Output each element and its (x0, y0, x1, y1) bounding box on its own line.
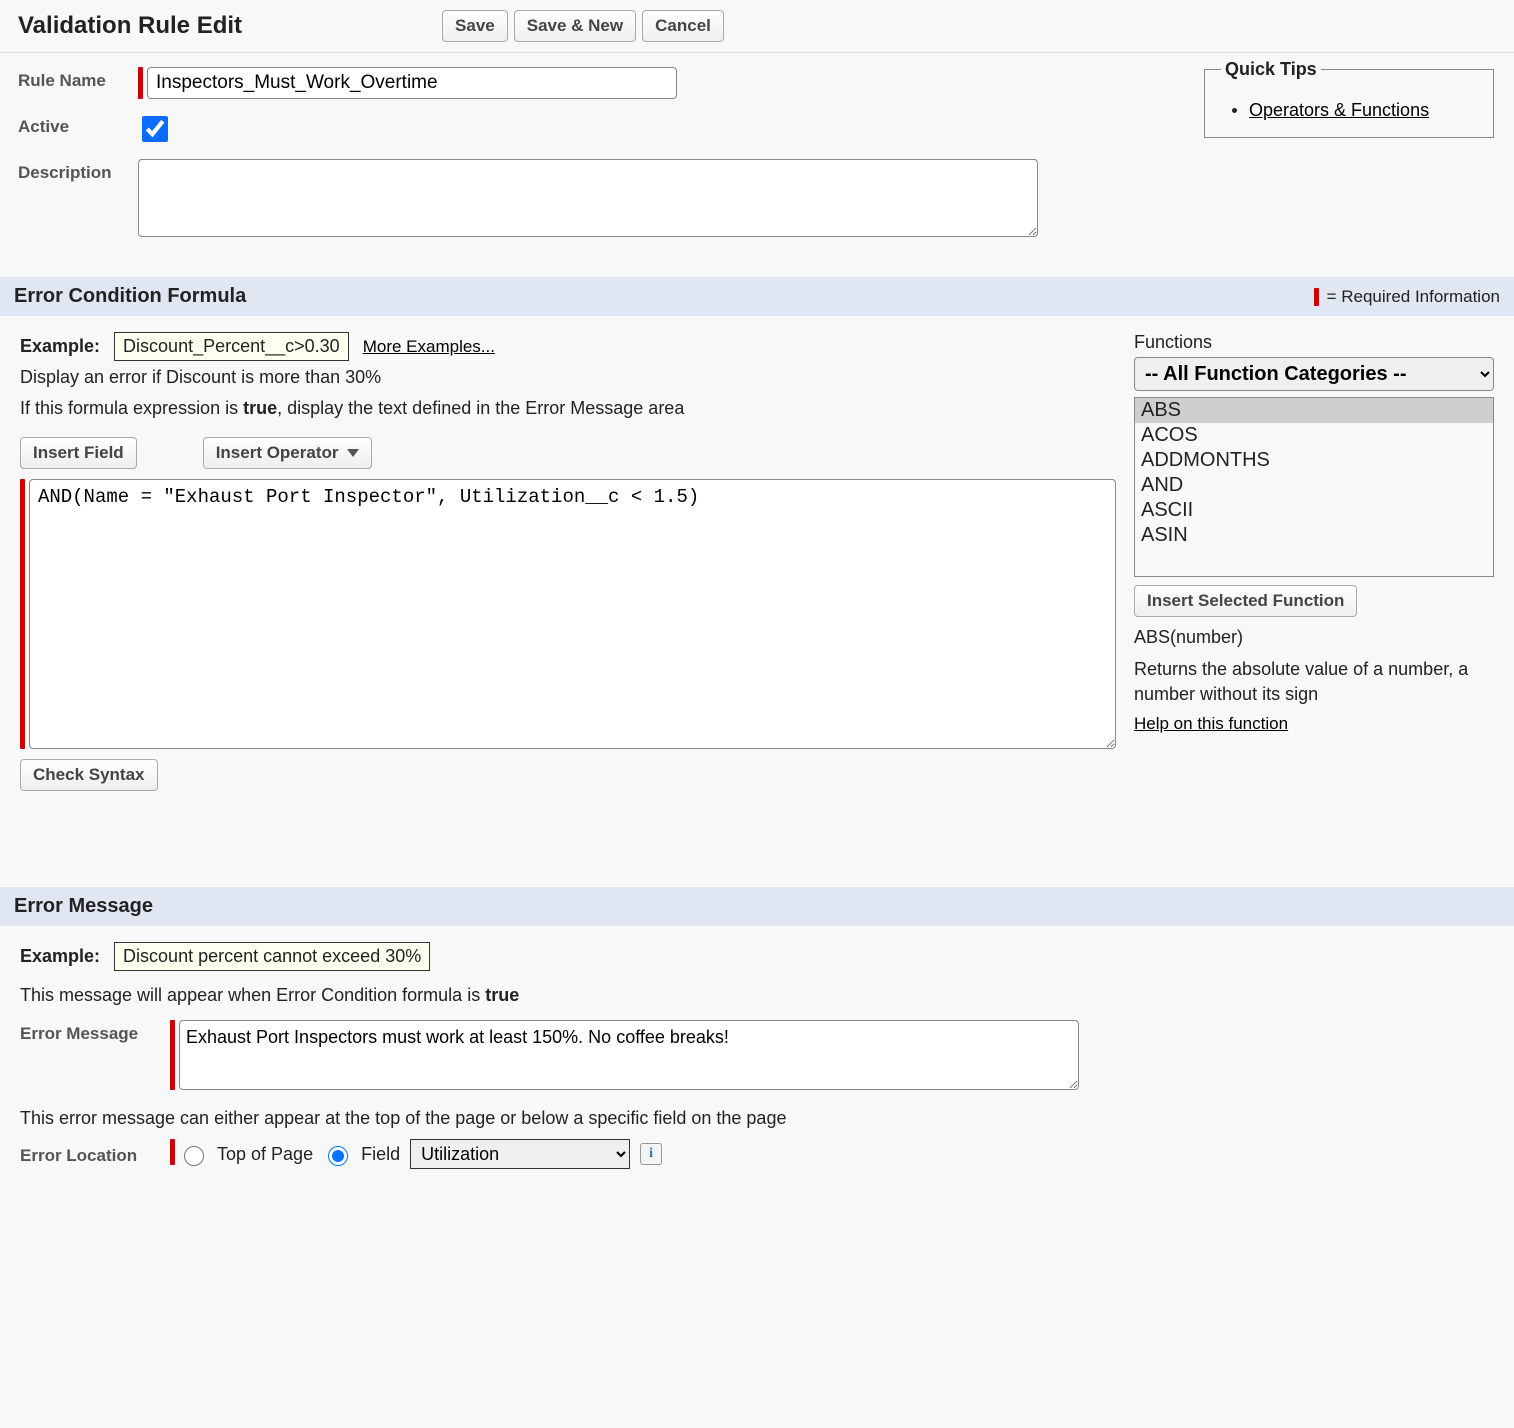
location-field-select[interactable]: Utilization (410, 1139, 630, 1169)
required-info-legend: = Required Information (1314, 287, 1500, 307)
function-category-select[interactable]: -- All Function Categories -- (1134, 357, 1494, 391)
basic-info-section: Quick Tips Operators & Functions Rule Na… (0, 53, 1514, 237)
formula-section-title: Error Condition Formula (14, 285, 246, 308)
save-button[interactable]: Save (442, 10, 508, 42)
rule-name-label: Rule Name (18, 67, 138, 91)
location-field-radio[interactable] (328, 1146, 348, 1166)
function-item[interactable]: ASIN (1135, 523, 1493, 548)
rule-name-input[interactable] (147, 67, 677, 99)
function-item[interactable]: ACOS (1135, 423, 1493, 448)
functions-panel: Functions -- All Function Categories -- … (1134, 332, 1494, 734)
formula-section-header: Error Condition Formula = Required Infor… (0, 277, 1514, 316)
operators-functions-link[interactable]: Operators & Functions (1249, 100, 1429, 120)
function-item[interactable]: AND (1135, 473, 1493, 498)
required-indicator (170, 1139, 175, 1165)
quick-tips-panel: Quick Tips Operators & Functions (1204, 59, 1494, 138)
formula-textarea[interactable] (29, 479, 1116, 749)
page-header: Validation Rule Edit Save Save & New Can… (0, 0, 1514, 53)
required-indicator (20, 479, 25, 749)
error-example-text: Discount percent cannot exceed 30% (114, 942, 430, 971)
info-icon[interactable]: i (640, 1143, 662, 1165)
active-checkbox[interactable] (142, 116, 168, 142)
function-description: Returns the absolute value of a number, … (1134, 657, 1494, 706)
description-label: Description (18, 159, 138, 183)
cancel-button[interactable]: Cancel (642, 10, 724, 42)
function-signature: ABS(number) (1134, 625, 1494, 649)
function-listbox[interactable]: ABSACOSADDMONTHSANDASCIIASIN (1134, 397, 1494, 577)
check-syntax-button[interactable]: Check Syntax (20, 759, 158, 791)
functions-label: Functions (1134, 332, 1494, 353)
location-field-label: Field (361, 1144, 400, 1165)
insert-selected-function-button[interactable]: Insert Selected Function (1134, 585, 1357, 617)
insert-field-button[interactable]: Insert Field (20, 437, 137, 469)
example-label: Example: (20, 336, 100, 357)
quick-tips-legend: Quick Tips (1221, 59, 1321, 80)
error-example-label: Example: (20, 946, 100, 967)
example-code: Discount_Percent__c>0.30 (114, 332, 349, 361)
formula-section-body: Example: Discount_Percent__c>0.30 More E… (0, 316, 1514, 807)
error-section-body: Example: Discount percent cannot exceed … (0, 926, 1514, 1199)
required-indicator (138, 67, 143, 99)
chevron-down-icon (347, 449, 359, 457)
error-location-label: Error Location (20, 1142, 170, 1166)
location-top-radio[interactable] (184, 1146, 204, 1166)
active-label: Active (18, 113, 138, 137)
function-item[interactable]: ASCII (1135, 498, 1493, 523)
error-location-hint: This error message can either appear at … (20, 1108, 1494, 1129)
error-section-title: Error Message (14, 895, 153, 918)
error-message-textarea[interactable] (179, 1020, 1079, 1090)
function-item[interactable]: ADDMONTHS (1135, 448, 1493, 473)
location-top-label: Top of Page (217, 1144, 313, 1165)
description-textarea[interactable] (138, 159, 1038, 237)
example-hint: Display an error if Discount is more tha… (20, 367, 1116, 388)
error-hint: This message will appear when Error Cond… (20, 985, 1494, 1006)
more-examples-link[interactable]: More Examples... (363, 337, 495, 357)
function-help-link[interactable]: Help on this function (1134, 714, 1288, 733)
error-section-header: Error Message (0, 887, 1514, 926)
function-item[interactable]: ABS (1135, 398, 1493, 423)
required-indicator (170, 1020, 175, 1090)
save-and-new-button[interactable]: Save & New (514, 10, 636, 42)
required-bar-icon (1314, 288, 1319, 306)
formula-instruction: If this formula expression is true, disp… (20, 398, 1116, 419)
insert-operator-button[interactable]: Insert Operator (203, 437, 372, 469)
page-title: Validation Rule Edit (18, 12, 242, 40)
error-message-label: Error Message (20, 1020, 170, 1044)
